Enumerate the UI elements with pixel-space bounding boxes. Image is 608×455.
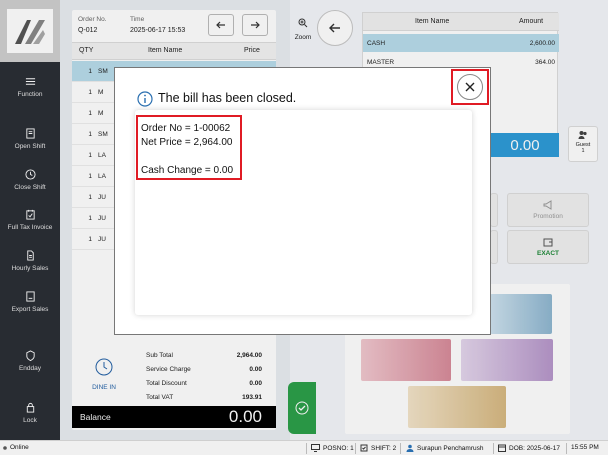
status-bar: Online POSNO: 1 SHIFT: 2 Surapun Pencham…	[0, 440, 608, 455]
calendar-icon	[498, 444, 506, 452]
cash-change-line: Cash Change = 0.00	[141, 165, 234, 176]
dialog-title: The bill has been closed.	[158, 91, 297, 105]
bill-closed-dialog: The bill has been closed. Order No = 1-0…	[114, 67, 491, 335]
close-highlight	[451, 69, 489, 105]
net-price-line: Net Price = 2,964.00	[141, 137, 233, 148]
monitor-icon	[311, 444, 320, 452]
close-icon	[465, 82, 475, 92]
status-clock: 15:55 PM	[571, 444, 599, 451]
order-number-line: Order No = 1-00062	[141, 123, 231, 134]
status-user: Surapun Penchamrush	[406, 444, 484, 452]
status-shift: SHIFT: 2	[360, 444, 396, 452]
status-posno: POSNO: 1	[311, 444, 354, 452]
status-dot-icon	[3, 445, 7, 450]
shift-icon	[360, 444, 368, 452]
bill-info-box: Order No = 1-00062 Net Price = 2,964.00 …	[136, 115, 242, 180]
info-icon	[137, 91, 153, 107]
status-dob: DOB: 2025-06-17	[498, 444, 560, 452]
user-icon	[406, 444, 414, 452]
status-online: Online	[3, 444, 29, 451]
close-button[interactable]	[457, 74, 483, 100]
